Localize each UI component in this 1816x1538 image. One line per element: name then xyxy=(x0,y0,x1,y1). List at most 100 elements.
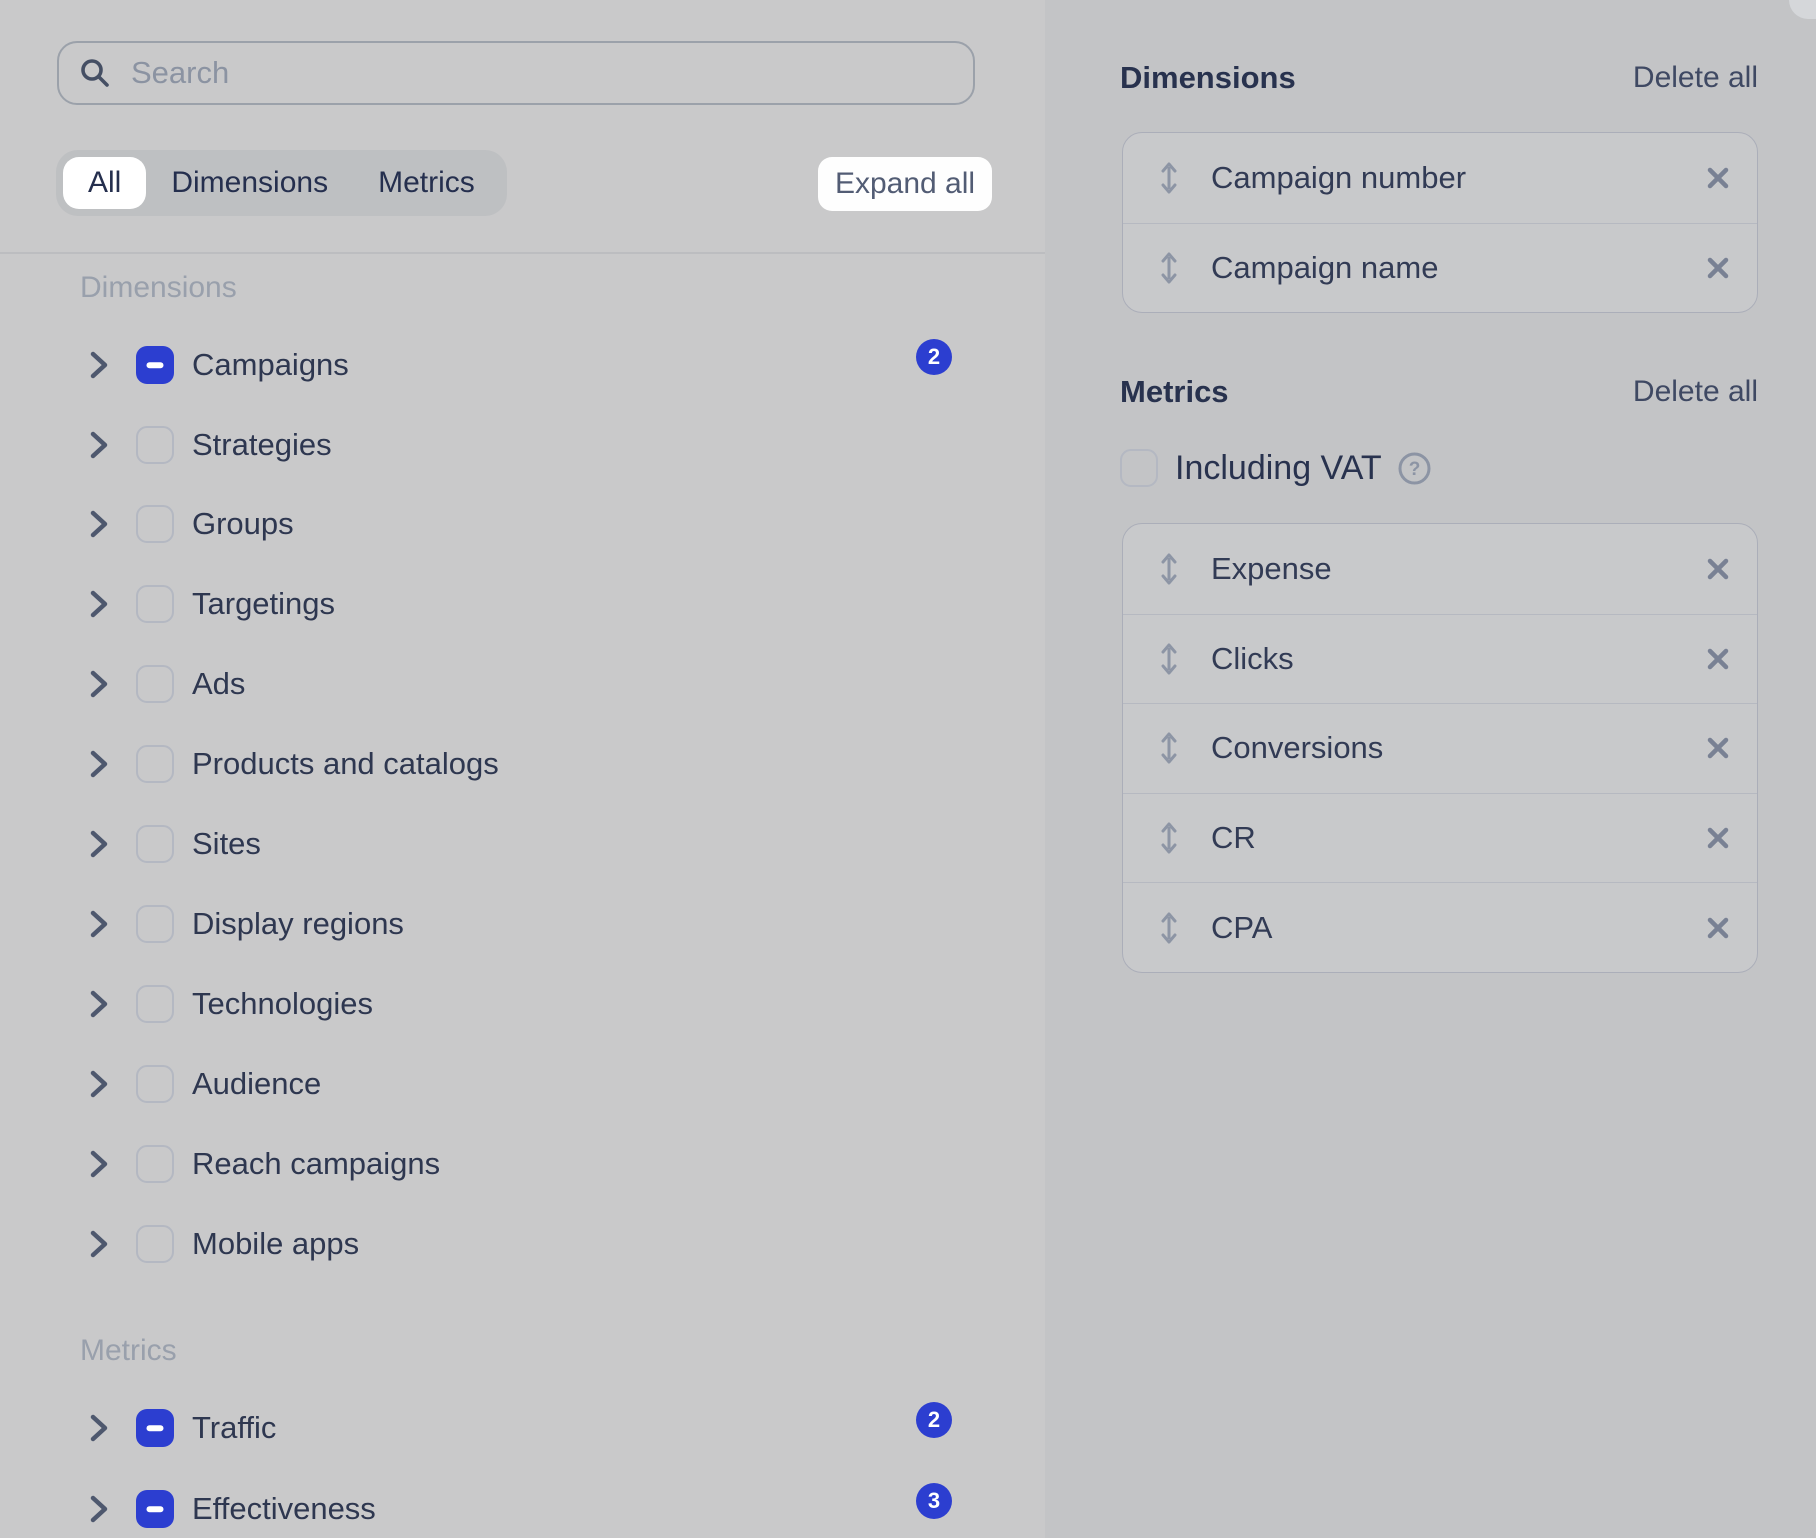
chevron-right-icon[interactable] xyxy=(88,1493,112,1525)
selected-metrics-list: Expense Clicks Conversions CR CPA xyxy=(1122,523,1758,973)
chevron-right-icon[interactable] xyxy=(88,349,112,381)
close-icon xyxy=(1706,826,1730,850)
checkbox[interactable] xyxy=(136,1145,174,1183)
checkbox[interactable] xyxy=(136,346,174,384)
drag-handle-icon[interactable] xyxy=(1159,161,1179,195)
selected-item-cpa[interactable]: CPA xyxy=(1123,882,1757,972)
drag-handle-icon[interactable] xyxy=(1159,731,1179,765)
checkbox[interactable] xyxy=(136,505,174,543)
drag-handle-icon[interactable] xyxy=(1159,911,1179,945)
divider xyxy=(0,252,1045,254)
checkbox[interactable] xyxy=(136,1065,174,1103)
delete-all-metrics-link[interactable]: Delete all xyxy=(1633,375,1758,409)
selected-item-label: CR xyxy=(1211,820,1256,856)
sidebar-item-technologies[interactable]: Technologies xyxy=(0,964,1005,1044)
selected-count-badge: 3 xyxy=(916,1483,952,1519)
sidebar-item-targetings[interactable]: Targetings xyxy=(0,564,1005,644)
close-icon xyxy=(1706,557,1730,581)
search-icon xyxy=(79,57,111,89)
selected-item-cr[interactable]: CR xyxy=(1123,793,1757,883)
drag-handle-icon[interactable] xyxy=(1159,251,1179,285)
remove-item-button[interactable] xyxy=(1705,735,1731,761)
chevron-right-icon[interactable] xyxy=(88,429,112,461)
sidebar-item-sites[interactable]: Sites xyxy=(0,804,1005,884)
search-input[interactable] xyxy=(131,55,953,91)
item-label: Groups xyxy=(192,506,294,542)
checkbox[interactable] xyxy=(136,1490,174,1528)
tab-all[interactable]: All xyxy=(63,157,146,209)
sidebar-item-mobile-apps[interactable]: Mobile apps xyxy=(0,1204,1005,1284)
checkbox[interactable] xyxy=(136,745,174,783)
sidebar-item-reach-campaigns[interactable]: Reach campaigns xyxy=(0,1124,1005,1204)
chevron-right-icon[interactable] xyxy=(88,1412,112,1444)
help-icon[interactable]: ? xyxy=(1398,452,1431,485)
chevron-right-icon[interactable] xyxy=(88,828,112,860)
item-label: Effectiveness xyxy=(192,1491,376,1527)
vat-label: Including VAT xyxy=(1175,449,1382,488)
available-columns-panel: All Dimensions Metrics Expand all Dimens… xyxy=(0,0,1045,1538)
selected-item-label: Clicks xyxy=(1211,641,1294,677)
checkbox[interactable] xyxy=(136,985,174,1023)
filter-tabs: All Dimensions Metrics xyxy=(56,150,507,216)
checkbox[interactable] xyxy=(136,665,174,703)
selected-item-campaign-name[interactable]: Campaign name xyxy=(1123,223,1757,313)
selected-item-label: Expense xyxy=(1211,551,1332,587)
chevron-right-icon[interactable] xyxy=(88,988,112,1020)
sidebar-item-groups[interactable]: Groups xyxy=(0,484,1005,564)
remove-item-button[interactable] xyxy=(1705,825,1731,851)
drag-handle-icon[interactable] xyxy=(1159,821,1179,855)
section-label-metrics: Metrics xyxy=(80,1331,177,1371)
chevron-right-icon[interactable] xyxy=(88,588,112,620)
selected-item-conversions[interactable]: Conversions xyxy=(1123,703,1757,793)
expand-all-button[interactable]: Expand all xyxy=(818,157,992,211)
delete-all-dimensions-link[interactable]: Delete all xyxy=(1633,61,1758,95)
selected-item-campaign-number[interactable]: Campaign number xyxy=(1123,133,1757,223)
checkbox[interactable] xyxy=(136,905,174,943)
remove-item-button[interactable] xyxy=(1705,556,1731,582)
chevron-right-icon[interactable] xyxy=(88,668,112,700)
selected-count-badge: 2 xyxy=(916,1402,952,1438)
checkbox[interactable] xyxy=(136,585,174,623)
sidebar-item-effectiveness[interactable]: Effectiveness 3 xyxy=(0,1469,1005,1538)
remove-item-button[interactable] xyxy=(1705,646,1731,672)
sidebar-item-display-regions[interactable]: Display regions xyxy=(0,884,1005,964)
chevron-right-icon[interactable] xyxy=(88,508,112,540)
item-label: Display regions xyxy=(192,906,404,942)
selected-columns-panel: Dimensions Delete all Campaign number Ca… xyxy=(1045,0,1816,1538)
selected-dimensions-header: Dimensions Delete all xyxy=(1120,57,1758,99)
item-label: Strategies xyxy=(192,427,332,463)
corner-decoration xyxy=(1789,0,1816,19)
selected-item-expense[interactable]: Expense xyxy=(1123,524,1757,614)
remove-item-button[interactable] xyxy=(1705,165,1731,191)
checkbox[interactable] xyxy=(136,426,174,464)
sidebar-item-ads[interactable]: Ads xyxy=(0,644,1005,724)
item-label: Campaigns xyxy=(192,347,349,383)
drag-handle-icon[interactable] xyxy=(1159,642,1179,676)
remove-item-button[interactable] xyxy=(1705,915,1731,941)
selected-item-clicks[interactable]: Clicks xyxy=(1123,614,1757,704)
selected-dimensions-title: Dimensions xyxy=(1120,60,1296,96)
chevron-right-icon[interactable] xyxy=(88,908,112,940)
sidebar-item-campaigns[interactable]: Campaigns 2 xyxy=(0,325,1005,405)
sidebar-item-strategies[interactable]: Strategies xyxy=(0,405,1005,485)
checkbox[interactable] xyxy=(136,1409,174,1447)
sidebar-item-audience[interactable]: Audience xyxy=(0,1044,1005,1124)
tab-metrics[interactable]: Metrics xyxy=(353,157,500,209)
selected-count-badge: 2 xyxy=(916,339,952,375)
vat-checkbox[interactable] xyxy=(1120,449,1158,487)
svg-text:?: ? xyxy=(1408,459,1420,480)
drag-handle-icon[interactable] xyxy=(1159,552,1179,586)
checkbox[interactable] xyxy=(136,1225,174,1263)
chevron-right-icon[interactable] xyxy=(88,1228,112,1260)
close-icon xyxy=(1706,736,1730,760)
sidebar-item-traffic[interactable]: Traffic 2 xyxy=(0,1388,1005,1468)
close-icon xyxy=(1706,166,1730,190)
sidebar-item-products-and-catalogs[interactable]: Products and catalogs xyxy=(0,724,1005,804)
chevron-right-icon[interactable] xyxy=(88,1068,112,1100)
checkbox[interactable] xyxy=(136,825,174,863)
chevron-right-icon[interactable] xyxy=(88,1148,112,1180)
chevron-right-icon[interactable] xyxy=(88,748,112,780)
including-vat-toggle[interactable]: Including VAT ? xyxy=(1120,449,1431,487)
remove-item-button[interactable] xyxy=(1705,255,1731,281)
tab-dimensions[interactable]: Dimensions xyxy=(146,157,353,209)
